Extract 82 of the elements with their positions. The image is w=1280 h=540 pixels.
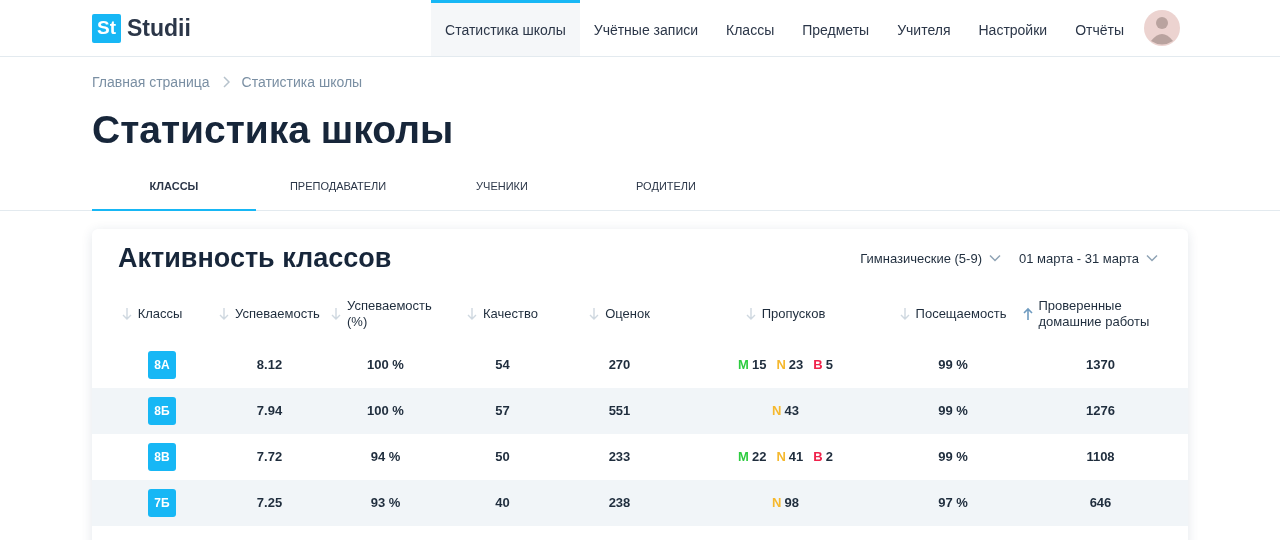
table-cell: 97 % [938,495,968,511]
absence-count: 15 [751,357,767,373]
class-badge: 8В [148,442,176,471]
absence-count: 22 [751,449,767,465]
nav-item[interactable]: Учётные записи [579,0,713,56]
absence-letter: N [776,357,786,373]
logo-mark: St [92,13,121,43]
table-cell: 93 % [370,495,401,511]
arrow-down-icon [467,306,477,321]
table-cell: 8.12 [256,357,283,373]
chevron-right-icon [221,76,230,88]
table-cell: 99 % [938,449,968,465]
class-badge: 8Б [148,396,176,425]
table-cell: 238 [608,495,631,511]
column-header[interactable]: Посещаемость [893,285,1013,342]
breadcrumb-link[interactable]: Статистика школы [241,74,363,90]
table-cell: 7.72 [256,449,283,465]
nav-item[interactable]: Статистика школы [431,0,580,56]
table-cell: 646 [1089,495,1112,511]
arrow-down-icon [589,306,600,321]
absence-letter: N [772,403,782,419]
table-cell: 1108 [1086,449,1115,465]
column-header[interactable]: Пропусков [678,285,893,342]
absence-letter: B [813,357,823,373]
page-title: Статистика школы [92,109,455,152]
table-cell: 94 % [370,449,401,465]
absence-count: 23 [788,357,804,373]
avatar-icon[interactable] [1144,10,1180,46]
tab[interactable]: КЛАССЫ [92,173,256,211]
card-title: Активность классов [118,242,392,274]
absence-count: 98 [784,495,799,511]
absence-count: 2 [825,449,833,465]
nav-item[interactable]: Классы [712,0,789,56]
caret-icon [1146,254,1158,263]
absence-letter: B [813,449,823,465]
absence-count: 41 [788,449,804,465]
table-cell: 99 % [938,357,968,373]
column-header[interactable]: Качество [444,285,561,342]
column-header[interactable]: Успеваемость [212,285,327,342]
table-cell: 100 % [367,403,404,419]
table-cell: 1370 [1086,357,1115,373]
nav-item[interactable]: Настройки [964,0,1062,56]
filter-dropdown[interactable]: 01 марта - 31 марта [1019,250,1158,266]
absence-count: 5 [825,357,833,373]
class-badge: 8А [148,350,176,379]
table-cell: 7.25 [256,495,283,511]
table-cell: 1276 [1086,403,1115,419]
table-cell: 54 [495,357,510,373]
table-cell: 270 [608,357,631,373]
absence-letter: N [772,495,782,511]
nav-item[interactable]: Отчёты [1061,0,1138,56]
tab[interactable]: УЧЕНИКИ [420,173,584,211]
arrow-down-icon [899,306,910,321]
column-header[interactable]: Проверенные домашние работы [1013,285,1188,342]
tab[interactable]: ПРЕПОДАВАТЕЛИ [256,173,420,211]
absence-letter: N [776,449,786,465]
table-cell: 7.94 [256,403,283,419]
arrow-up-icon [1022,306,1033,321]
caret-icon [989,254,1001,263]
arrow-down-icon [219,306,230,321]
logo-name: Studii [127,14,191,42]
table-cell: 50 [495,449,510,465]
absence-letter: M [738,449,749,465]
arrow-down-icon [121,306,132,321]
column-header[interactable]: Оценок [561,285,678,342]
table-cell: 99 % [938,403,968,419]
table-cell: 57 [495,403,510,419]
table-cell: 551 [608,403,631,419]
column-header[interactable]: Классы [92,285,212,342]
table-cell: 40 [495,495,510,511]
nav-item[interactable]: Учителя [883,0,965,56]
class-badge: 7Б [148,488,176,517]
table-cell: 233 [608,449,631,465]
column-header[interactable]: Успеваемость (%) [327,285,444,342]
tab[interactable]: РОДИТЕЛИ [584,173,748,211]
filter-dropdown[interactable]: Гимназические (5-9) [860,250,1001,266]
arrow-down-icon [331,306,341,321]
table-cell: 100 % [367,357,404,373]
absence-letter: M [738,357,749,373]
nav-item[interactable]: Предметы [788,0,884,56]
absence-count: 43 [784,403,799,419]
arrow-down-icon [745,306,756,321]
